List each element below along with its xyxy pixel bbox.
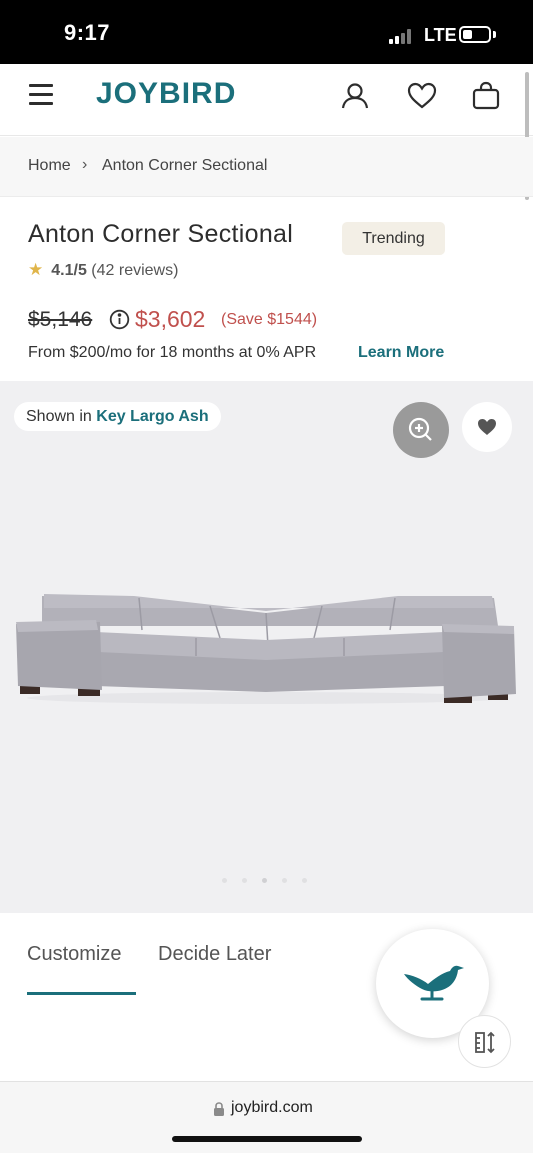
tab-decide-later[interactable]: Decide Later <box>158 943 271 966</box>
status-bar: 9:17 LTE <box>0 0 533 64</box>
star-icon: ★ <box>28 260 44 279</box>
financing-text: From $200/mo for 18 months at 0% APR <box>28 344 317 361</box>
product-image-carousel[interactable]: Shown in Key Largo Ash <box>0 381 533 913</box>
joybird-logo[interactable]: JOYBIRD <box>96 77 236 111</box>
dimensions-button[interactable] <box>458 1015 511 1068</box>
learn-more-link[interactable]: Learn More <box>358 344 444 362</box>
trending-badge: Trending <box>342 222 445 255</box>
original-price: $5,146 <box>28 308 93 331</box>
wishlist-heart-icon[interactable] <box>406 80 438 112</box>
site-header: JOYBIRD <box>0 64 533 136</box>
account-icon[interactable] <box>339 80 371 112</box>
lock-icon <box>214 1102 224 1116</box>
breadcrumb: Home › Anton Corner Sectional <box>0 137 533 197</box>
menu-icon[interactable] <box>29 84 53 106</box>
info-icon[interactable] <box>109 309 130 330</box>
status-time: 9:17 <box>64 20 111 45</box>
sale-price: $3,602 <box>135 306 206 332</box>
breadcrumb-separator: › <box>82 156 88 173</box>
url-text[interactable]: joybird.com <box>231 1099 313 1117</box>
shown-in-label: Shown in <box>26 408 92 425</box>
shopping-bag-icon[interactable] <box>470 80 502 112</box>
network-type: LTE <box>424 25 457 45</box>
breadcrumb-home[interactable]: Home <box>28 157 71 175</box>
browser-url-bar[interactable]: joybird.com <box>0 1081 533 1153</box>
battery-icon <box>459 26 491 43</box>
zoom-icon <box>408 417 432 441</box>
fabric-color-name[interactable]: Key Largo Ash <box>96 408 208 425</box>
ruler-icon <box>475 1031 495 1054</box>
favorite-button[interactable] <box>462 402 512 452</box>
sectional-sofa-image <box>16 594 516 704</box>
carousel-dots[interactable] <box>222 878 312 886</box>
active-tab-indicator <box>27 992 136 995</box>
options-tabs: Customize Decide Later <box>0 913 533 1081</box>
zoom-button[interactable] <box>393 402 449 458</box>
battery-tip <box>493 31 496 38</box>
signal-strength-icon <box>389 28 417 44</box>
product-title: Anton Corner Sectional <box>28 220 294 248</box>
heart-icon <box>478 419 496 435</box>
review-count[interactable]: (42 reviews) <box>91 262 178 279</box>
rating-summary[interactable]: ★ 4.1/5 (42 reviews) <box>28 260 178 280</box>
rating-score: 4.1/5 <box>51 262 87 279</box>
savings-amount: (Save $1544) <box>221 311 318 328</box>
shown-in-pill: Shown in Key Largo Ash <box>14 402 221 431</box>
tab-customize[interactable]: Customize <box>27 943 121 966</box>
breadcrumb-current: Anton Corner Sectional <box>102 157 268 174</box>
home-indicator[interactable] <box>172 1136 362 1142</box>
